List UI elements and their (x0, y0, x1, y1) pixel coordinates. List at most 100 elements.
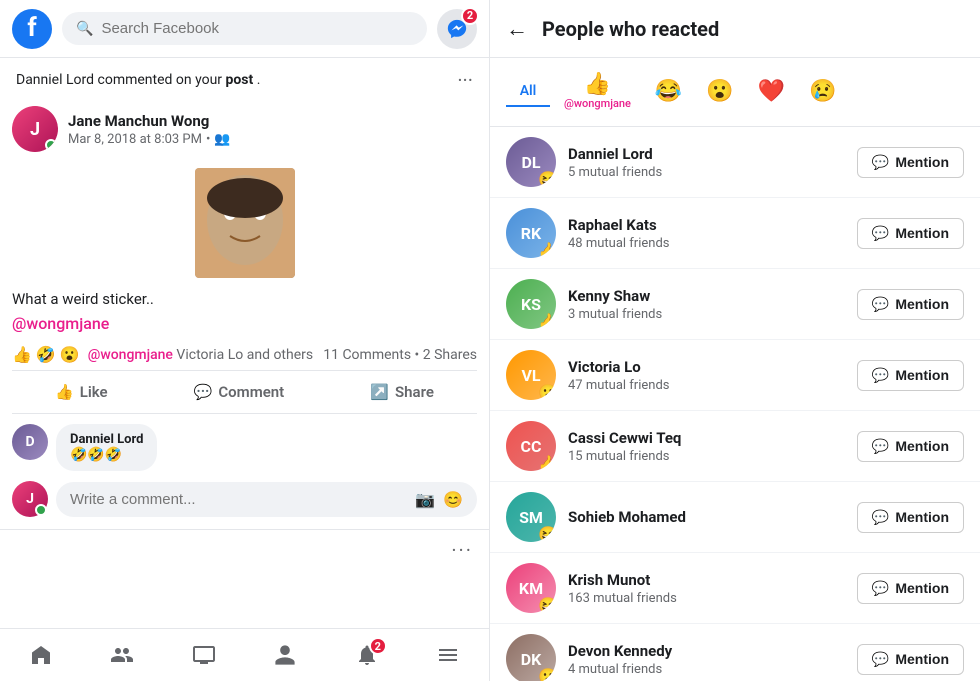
person-info-7: Devon Kennedy 4 mutual friends (568, 642, 845, 677)
messenger-button[interactable]: 2 (437, 9, 477, 49)
face-svg (195, 168, 295, 278)
right-panel: ← People who reacted All 👍 @wongmjane 😂 … (490, 0, 980, 681)
person-avatar-6[interactable]: KM 😆 (506, 563, 556, 613)
person-avatar-7[interactable]: DK 😮 (506, 634, 556, 681)
nav-menu[interactable] (420, 639, 476, 671)
back-button[interactable]: ← (506, 16, 528, 42)
nav-profile[interactable] (257, 639, 313, 671)
person-name-7[interactable]: Devon Kennedy (568, 642, 845, 660)
person-avatar-3[interactable]: VL 😮 (506, 350, 556, 400)
mention-button-2[interactable]: 💬 Mention (857, 289, 964, 320)
nav-watch[interactable] (176, 639, 232, 671)
person-row: KM 😆 Krish Munot 163 mutual friends 💬 Me… (490, 553, 980, 624)
post-mention[interactable]: @wongmjane (12, 314, 109, 333)
person-avatar-5[interactable]: SM 😆 (506, 492, 556, 542)
top-bar: f 🔍 2 (0, 0, 489, 58)
person-avatar-0[interactable]: DL 😆 (506, 137, 556, 187)
filter-tab-wow[interactable]: 😮 (696, 73, 743, 112)
mention-icon-0: 💬 (872, 154, 889, 171)
sticker-face (195, 168, 295, 278)
notif-post-link[interactable]: post (226, 72, 254, 88)
person-avatar-1[interactable]: RK 👍 (506, 208, 556, 258)
more-options-button[interactable]: ··· (451, 538, 473, 562)
nav-home[interactable] (13, 639, 69, 671)
reaction-rofl-icon: 🤣 (36, 345, 56, 364)
notif-text: commented on your (98, 72, 226, 88)
filter-sub-label: @wongmjane (564, 97, 631, 110)
person-name-1[interactable]: Raphael Kats (568, 216, 845, 234)
person-reaction-badge-2: 👍 (538, 312, 556, 329)
mention-button-4[interactable]: 💬 Mention (857, 431, 964, 462)
mention-label-4: Mention (895, 438, 949, 454)
reaction-mention[interactable]: @wongmjane (88, 347, 173, 363)
person-info-2: Kenny Shaw 3 mutual friends (568, 287, 845, 322)
filter-tabs: All 👍 @wongmjane 😂 😮 ❤️ 😢 (490, 58, 980, 127)
like-button[interactable]: 👍 Like (39, 375, 124, 409)
comment-author-avatar[interactable]: D (12, 424, 48, 460)
right-panel-header: ← People who reacted (490, 0, 980, 58)
more-options-row: ··· (0, 530, 489, 570)
comment-button[interactable]: 💬 Comment (178, 375, 301, 409)
search-bar[interactable]: 🔍 (62, 12, 427, 45)
filter-tab-sad[interactable]: 😢 (799, 73, 846, 112)
person-name-4[interactable]: Cassi Cewwi Teq (568, 429, 845, 447)
emoji-icon[interactable]: 😊 (443, 490, 463, 509)
person-name-5[interactable]: Sohieb Mohamed (568, 508, 845, 526)
person-mutual-6: 163 mutual friends (568, 591, 845, 606)
filter-tab-love[interactable]: ❤️ (748, 73, 795, 112)
person-name-6[interactable]: Krish Munot (568, 571, 845, 589)
comment-input-row: J 📷 😊 (12, 481, 477, 517)
mention-label-7: Mention (895, 651, 949, 667)
reaction-others: Victoria Lo and others (176, 347, 313, 363)
filter-tab-all[interactable]: All (506, 77, 550, 107)
person-row: DK 😮 Devon Kennedy 4 mutual friends 💬 Me… (490, 624, 980, 681)
notif-period: . (257, 72, 261, 88)
watch-icon (192, 643, 216, 667)
reaction-like-icon: 👍 (12, 345, 32, 364)
current-user-avatar: J (12, 481, 48, 517)
person-name-0[interactable]: Danniel Lord (568, 145, 845, 163)
mention-icon-1: 💬 (872, 225, 889, 242)
person-avatar-2[interactable]: KS 👍 (506, 279, 556, 329)
mention-label-3: Mention (895, 367, 949, 383)
mention-button-1[interactable]: 💬 Mention (857, 218, 964, 249)
filter-tab-like[interactable]: 👍 @wongmjane (554, 66, 641, 118)
share-icon: ↗️ (370, 383, 389, 401)
nav-groups[interactable] (94, 639, 150, 671)
messenger-badge: 2 (461, 7, 479, 25)
person-avatar-4[interactable]: CC 👍 (506, 421, 556, 471)
mention-icon-5: 💬 (872, 509, 889, 526)
post-author-name[interactable]: Jane Manchun Wong (68, 112, 477, 130)
notif-username[interactable]: Danniel Lord (16, 72, 94, 88)
notification-bar: Danniel Lord commented on your post . ··… (0, 58, 489, 96)
mention-button-5[interactable]: 💬 Mention (857, 502, 964, 533)
reaction-text[interactable]: @wongmjane Victoria Lo and others (88, 347, 313, 363)
nav-notifications[interactable]: 2 (339, 639, 395, 671)
filter-tab-rofl[interactable]: 😂 (645, 73, 692, 112)
comment-emojis: 🤣🤣🤣 (70, 447, 143, 463)
person-name-3[interactable]: Victoria Lo (568, 358, 845, 376)
online-indicator (45, 139, 57, 151)
mention-button-3[interactable]: 💬 Mention (857, 360, 964, 391)
user-online-dot (35, 504, 47, 516)
mention-button-0[interactable]: 💬 Mention (857, 147, 964, 178)
mention-icon-3: 💬 (872, 367, 889, 384)
mention-button-7[interactable]: 💬 Mention (857, 644, 964, 675)
post-date: Mar 8, 2018 at 8:03 PM • 👥 (68, 132, 477, 147)
person-mutual-3: 47 mutual friends (568, 378, 845, 393)
notification-more-button[interactable]: ··· (457, 68, 473, 92)
groups-icon (110, 643, 134, 667)
people-list: DL 😆 Danniel Lord 5 mutual friends 💬 Men… (490, 127, 980, 681)
mention-button-6[interactable]: 💬 Mention (857, 573, 964, 604)
comment-input-box[interactable]: 📷 😊 (56, 482, 477, 517)
person-name-2[interactable]: Kenny Shaw (568, 287, 845, 305)
comment-text-input[interactable] (70, 491, 407, 508)
notifications-badge: 2 (369, 637, 387, 655)
camera-icon[interactable]: 📷 (415, 490, 435, 509)
share-button[interactable]: ↗️ Share (354, 375, 450, 409)
search-input[interactable] (101, 20, 413, 37)
action-buttons: 👍 Like 💬 Comment ↗️ Share (12, 370, 477, 414)
comment-author-name[interactable]: Danniel Lord (70, 432, 143, 447)
comment-icon: 💬 (194, 383, 213, 401)
post-author-avatar[interactable]: J (12, 106, 58, 152)
